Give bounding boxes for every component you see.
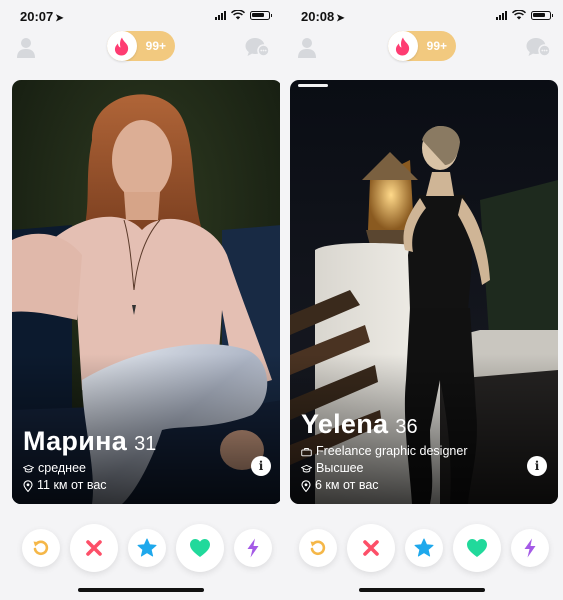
likes-count-badge: 99+	[426, 39, 447, 53]
detail-distance-text: 6 км от вас	[315, 478, 379, 492]
status-icons	[496, 10, 553, 20]
phone-screen-left: 20:07 ➤ 99+ Марина 31 среднее 11 км от в…	[2, 0, 280, 600]
card-info: Марина 31 среднее 11 км от вас	[23, 426, 156, 494]
location-arrow-icon: ➤	[55, 13, 64, 24]
profile-age: 31	[134, 433, 157, 455]
briefcase-icon	[301, 447, 312, 456]
super-like-button[interactable]	[128, 529, 166, 567]
rewind-icon	[33, 540, 49, 556]
boost-bolt-icon	[247, 538, 259, 558]
phone-screen-right: 20:08 ➤ 99+ Yelena 36 Freelance graphic …	[283, 0, 561, 600]
profile-icon[interactable]	[295, 35, 319, 59]
messages-icon[interactable]	[244, 36, 270, 60]
card-info: Yelena 36 Freelance graphic designer Выс…	[301, 409, 467, 494]
status-bar: 20:07 ➤	[2, 0, 280, 28]
location-pin-icon	[301, 479, 311, 492]
profile-icon[interactable]	[14, 35, 38, 59]
boost-bolt-icon	[524, 538, 536, 558]
super-like-star-icon	[137, 538, 157, 557]
boost-button[interactable]	[234, 529, 272, 567]
cellular-signal-icon	[496, 10, 507, 20]
nope-button[interactable]	[347, 524, 395, 572]
profile-name: Yelena	[301, 409, 389, 439]
wifi-icon	[231, 10, 245, 20]
home-indicator	[78, 588, 204, 592]
detail-job-text: Freelance graphic designer	[316, 444, 468, 458]
detail-education-text: среднее	[38, 461, 86, 475]
detail-distance: 11 км от вас	[23, 477, 156, 494]
detail-distance: 6 км от вас	[301, 477, 467, 494]
app-header: 99+	[2, 30, 280, 64]
like-button[interactable]	[176, 524, 224, 572]
flame-logo-icon	[388, 31, 418, 61]
likes-count-badge: 99+	[145, 39, 166, 53]
home-indicator	[359, 588, 485, 592]
tinder-gold-pill[interactable]: 99+	[107, 31, 175, 61]
app-header: 99+	[283, 30, 561, 64]
nope-x-icon	[86, 540, 102, 556]
messages-icon[interactable]	[525, 36, 551, 60]
rewind-icon	[310, 540, 326, 556]
boost-button[interactable]	[511, 529, 549, 567]
rewind-button[interactable]	[22, 529, 60, 567]
action-bar	[2, 522, 280, 574]
super-like-star-icon	[414, 538, 434, 557]
status-time: 20:08 ➤	[301, 9, 345, 24]
rewind-button[interactable]	[299, 529, 337, 567]
status-icons	[215, 10, 272, 20]
location-arrow-icon: ➤	[336, 13, 345, 24]
location-pin-icon	[23, 479, 33, 492]
wifi-icon	[512, 10, 526, 20]
battery-icon	[531, 10, 553, 20]
detail-distance-text: 11 км от вас	[37, 478, 107, 492]
detail-education: среднее	[23, 460, 156, 477]
graduation-cap-icon	[301, 464, 312, 472]
battery-icon	[250, 10, 272, 20]
like-button[interactable]	[453, 524, 501, 572]
action-bar	[283, 522, 561, 574]
cellular-signal-icon	[215, 10, 226, 20]
detail-education-text: Высшее	[316, 461, 364, 475]
status-bar: 20:08 ➤	[283, 0, 561, 28]
status-time: 20:07 ➤	[20, 9, 64, 24]
super-like-button[interactable]	[405, 529, 443, 567]
nope-x-icon	[363, 540, 379, 556]
profile-card[interactable]: Марина 31 среднее 11 км от вас i	[12, 80, 280, 504]
photo-progress-bar	[298, 84, 328, 87]
info-button[interactable]: i	[251, 456, 271, 476]
detail-job: Freelance graphic designer	[301, 443, 467, 460]
profile-card[interactable]: Yelena 36 Freelance graphic designer Выс…	[290, 80, 558, 504]
name-age-line: Yelena 36	[301, 409, 467, 440]
flame-logo-icon	[107, 31, 137, 61]
graduation-cap-icon	[23, 464, 34, 472]
tinder-gold-pill[interactable]: 99+	[388, 31, 456, 61]
info-button[interactable]: i	[527, 456, 547, 476]
nope-button[interactable]	[70, 524, 118, 572]
name-age-line: Марина 31	[23, 426, 156, 457]
like-heart-icon	[467, 539, 487, 557]
profile-name: Марина	[23, 426, 128, 456]
like-heart-icon	[190, 539, 210, 557]
profile-age: 36	[395, 416, 418, 438]
detail-education: Высшее	[301, 460, 467, 477]
